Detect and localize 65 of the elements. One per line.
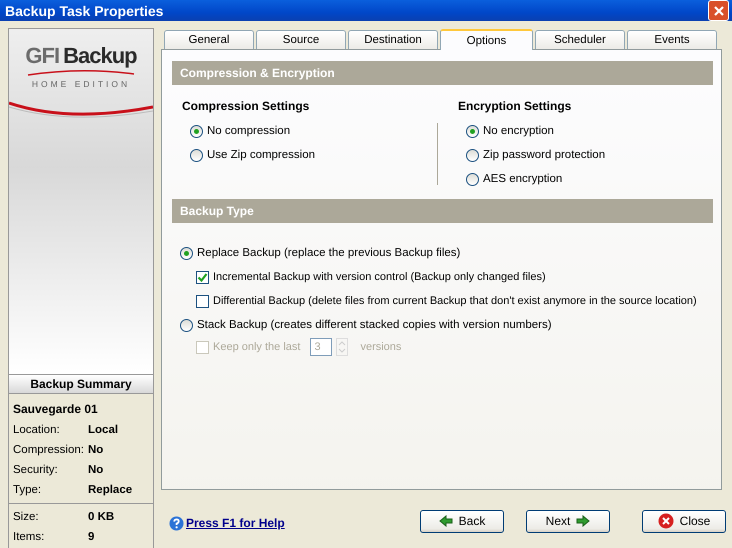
option-label: Use Zip compression [207,149,316,161]
group-title: Encryption Settings [458,99,572,113]
radio-button[interactable] [190,148,203,162]
radio-button[interactable] [466,124,479,138]
radio-button[interactable] [180,246,193,260]
versions-label: versions [360,341,402,353]
option-label: No encryption [483,125,554,137]
section-header: Compression & Encryption [172,61,713,85]
summary-label: Location: [13,424,61,436]
left-arrow-icon [438,515,453,527]
summary-value: 9 [88,531,94,543]
close-window-button[interactable] [708,0,729,21]
right-arrow-icon [576,515,590,527]
radio-option[interactable]: AES encryption [466,171,713,187]
radio-button[interactable] [466,148,479,162]
option-label: Keep only the last [213,341,300,353]
tab[interactable]: Destination [348,30,438,49]
radio-option[interactable]: Zip password protection [466,147,713,163]
window-title: Backup Task Properties [5,2,164,18]
radio-button[interactable] [180,318,193,332]
summary-value: 0 KB [88,511,114,523]
tab[interactable]: Scheduler [535,30,625,49]
tab[interactable]: Source [256,30,346,49]
logo-prefix: GFI [25,43,60,69]
option-label: Stack Backup (creates different stacked copies with version numbers) [197,319,552,331]
summary-label: Items: [13,531,46,543]
tab[interactable]: Events [627,30,717,49]
option-label: Zip password protection [483,149,606,161]
option-label: AES encryption [483,173,562,185]
option-label: Replace Backup (replace the previous Backup files) [197,247,460,259]
radio-option[interactable]: Use Zip compression [190,147,437,163]
section-header: Backup Type [172,199,713,223]
option-label: Differential Backup (delete files from current Backup that don't exist anymore in the source location) [213,295,697,307]
logo-name: Backup [63,43,137,69]
summary-value: No [88,464,104,476]
group-title: Compression Settings [182,99,310,113]
summary-label: Type: [13,484,42,496]
back-button[interactable]: Back [420,510,504,532]
radio-option[interactable]: No encryption [466,123,713,139]
backup-name: Sauvegarde 01 [13,401,99,418]
summary-label: Security: [13,464,59,476]
checkbox[interactable] [196,294,209,308]
help-link[interactable]: Press F1 for Help [169,516,285,530]
summary-header: Backup Summary [9,374,153,394]
tab[interactable]: Options [440,29,533,50]
summary-label: Compression: [13,444,85,456]
summary-value: No [88,444,104,456]
summary-value: Local [88,424,118,436]
option-label: No compression [207,125,290,137]
checkbox[interactable] [196,270,209,284]
check-icon [197,272,208,282]
summary-label: Size: [13,511,40,523]
swoosh-icon [26,69,136,77]
radio-button[interactable] [190,124,203,138]
next-button[interactable]: Next [526,510,610,532]
help-icon [169,516,184,530]
radio-option[interactable]: No compression [190,123,437,139]
close-icon [658,513,674,529]
close-button[interactable]: Close [642,510,726,532]
logo-edition: HOME EDITION [32,79,130,89]
radio-button[interactable] [466,172,479,186]
option-label: Incremental Backup with version control (Backup only changed files) [213,271,546,283]
summary-value: Replace [88,484,132,496]
tab[interactable]: General [164,30,254,49]
close-icon [712,4,724,16]
